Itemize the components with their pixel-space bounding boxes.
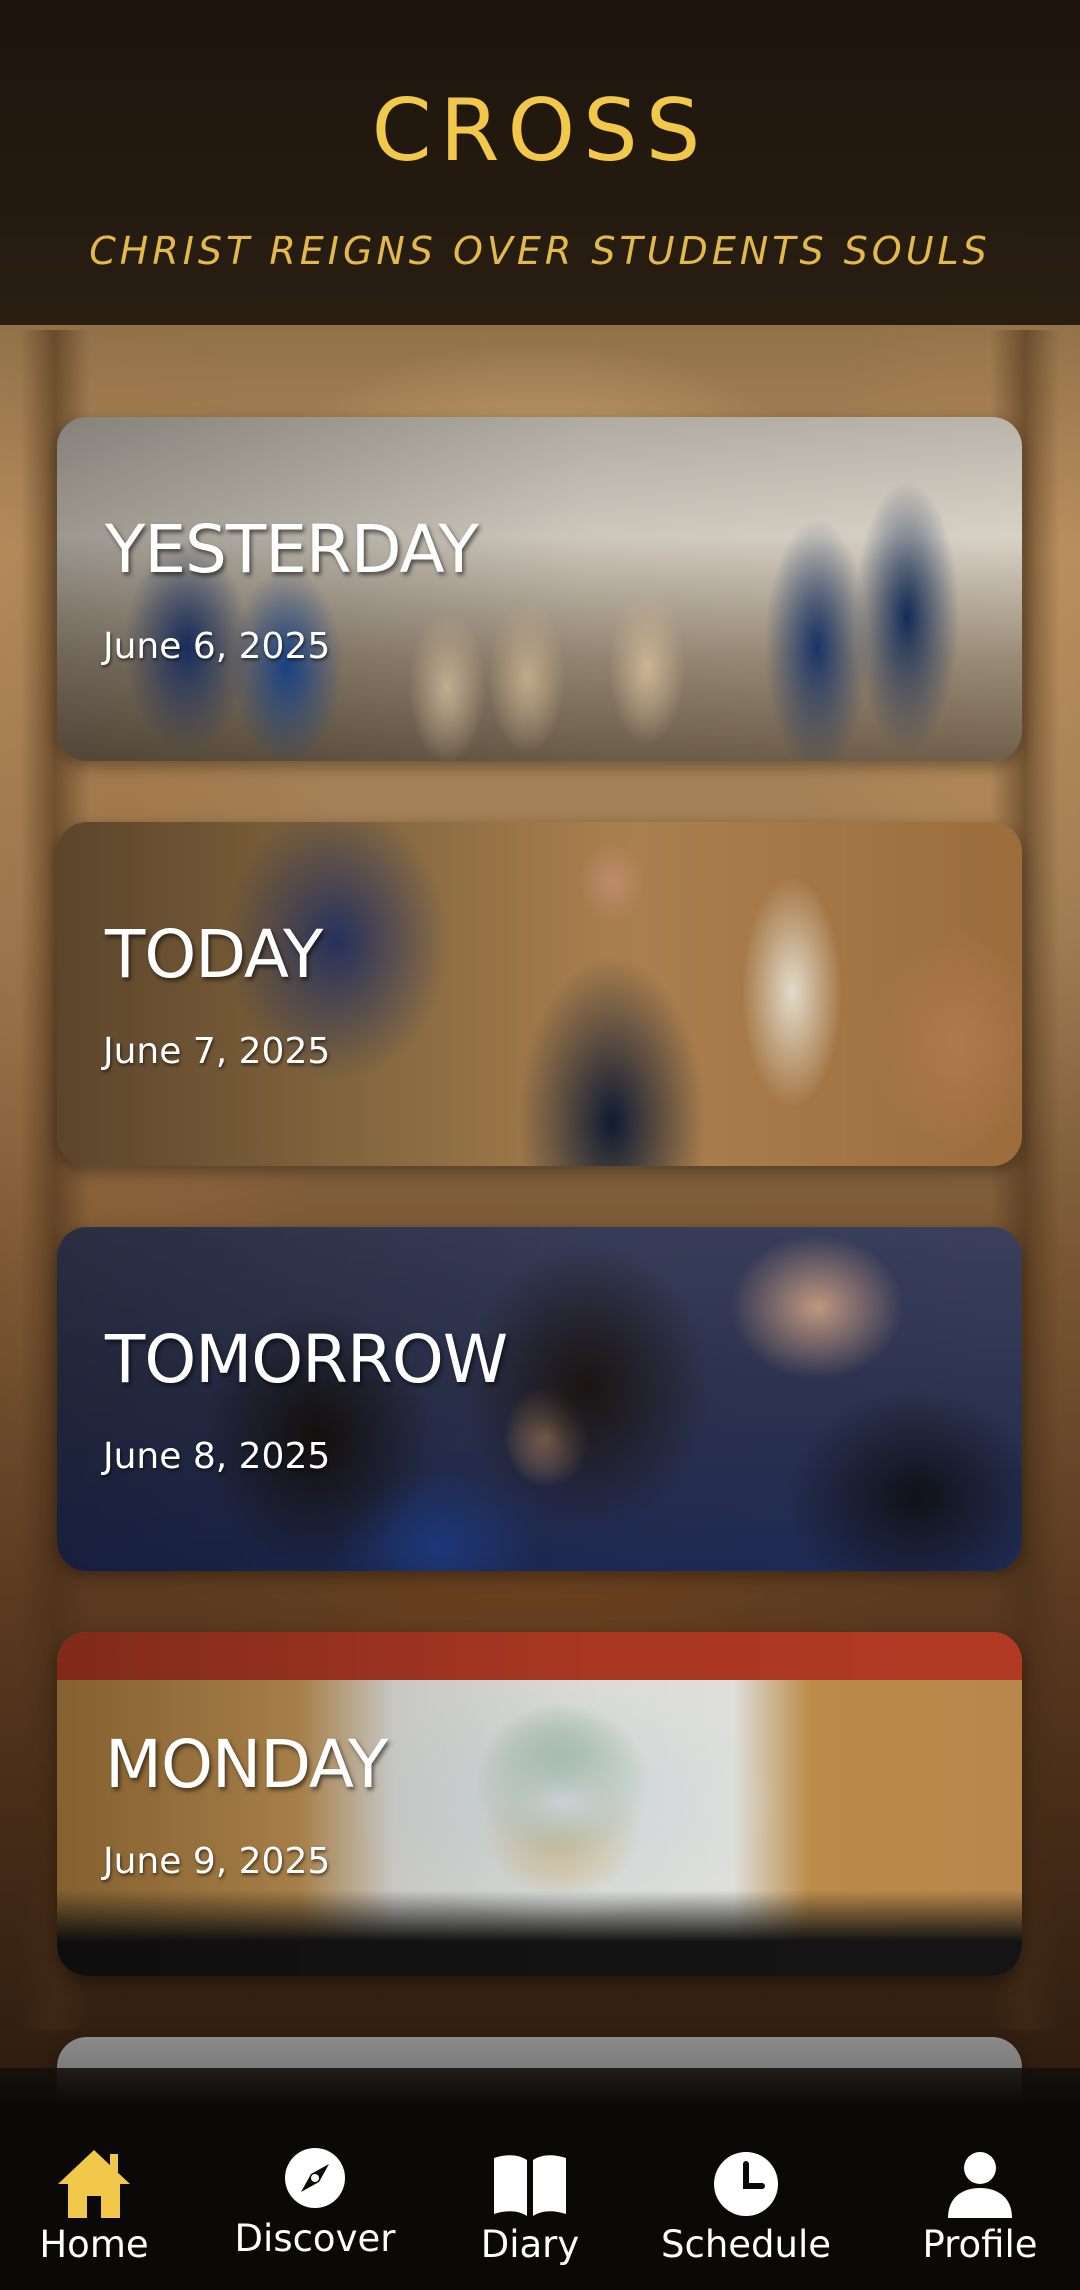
compass-icon xyxy=(285,2148,345,2208)
day-card-tomorrow[interactable]: TOMORROW June 8, 2025 xyxy=(57,1227,1022,1571)
app-subtitle: CHRIST REIGNS OVER STUDENTS SOULS xyxy=(89,229,991,273)
app-title: CROSS xyxy=(371,81,709,181)
nav-item-schedule[interactable]: Schedule xyxy=(656,2108,836,2268)
user-icon xyxy=(948,2152,1012,2218)
nav-label-diary: Diary xyxy=(480,2223,580,2266)
day-card-today[interactable]: TODAY June 7, 2025 xyxy=(57,822,1022,1166)
card-date: June 9, 2025 xyxy=(103,1841,331,1882)
home-icon xyxy=(58,2150,130,2218)
card-day-label: TODAY xyxy=(105,916,323,993)
card-day-label: MONDAY xyxy=(105,1726,388,1803)
nav-label-schedule: Schedule xyxy=(660,2223,832,2266)
card-day-label: YESTERDAY xyxy=(105,511,479,588)
nav-label-discover: Discover xyxy=(234,2217,396,2260)
nav-item-home[interactable]: Home xyxy=(4,2108,184,2268)
book-icon xyxy=(494,2155,566,2216)
app-header: CROSS CHRIST REIGNS OVER STUDENTS SOULS xyxy=(0,0,1080,325)
day-card-monday[interactable]: MONDAY June 9, 2025 xyxy=(57,1632,1022,1976)
day-card-yesterday[interactable]: YESTERDAY June 6, 2025 xyxy=(57,417,1022,761)
nav-item-discover[interactable]: Discover xyxy=(225,2108,405,2268)
card-day-label: TOMORROW xyxy=(105,1321,508,1398)
nav-label-home: Home xyxy=(39,2223,149,2266)
card-date: June 6, 2025 xyxy=(103,626,331,667)
card-date: June 7, 2025 xyxy=(103,1031,331,1072)
clock-icon xyxy=(714,2152,778,2216)
bottom-navigation-bar: Home Discover Diary Schedule Profile xyxy=(0,2068,1080,2290)
nav-item-diary[interactable]: Diary xyxy=(440,2108,620,2268)
nav-label-profile: Profile xyxy=(922,2223,1038,2266)
day-card-list: YESTERDAY June 6, 2025 TODAY June 7, 202… xyxy=(57,417,1022,2157)
nav-item-profile[interactable]: Profile xyxy=(890,2108,1070,2268)
card-date: June 8, 2025 xyxy=(103,1436,331,1477)
app-screen: CROSS CHRIST REIGNS OVER STUDENTS SOULS … xyxy=(0,0,1080,2290)
